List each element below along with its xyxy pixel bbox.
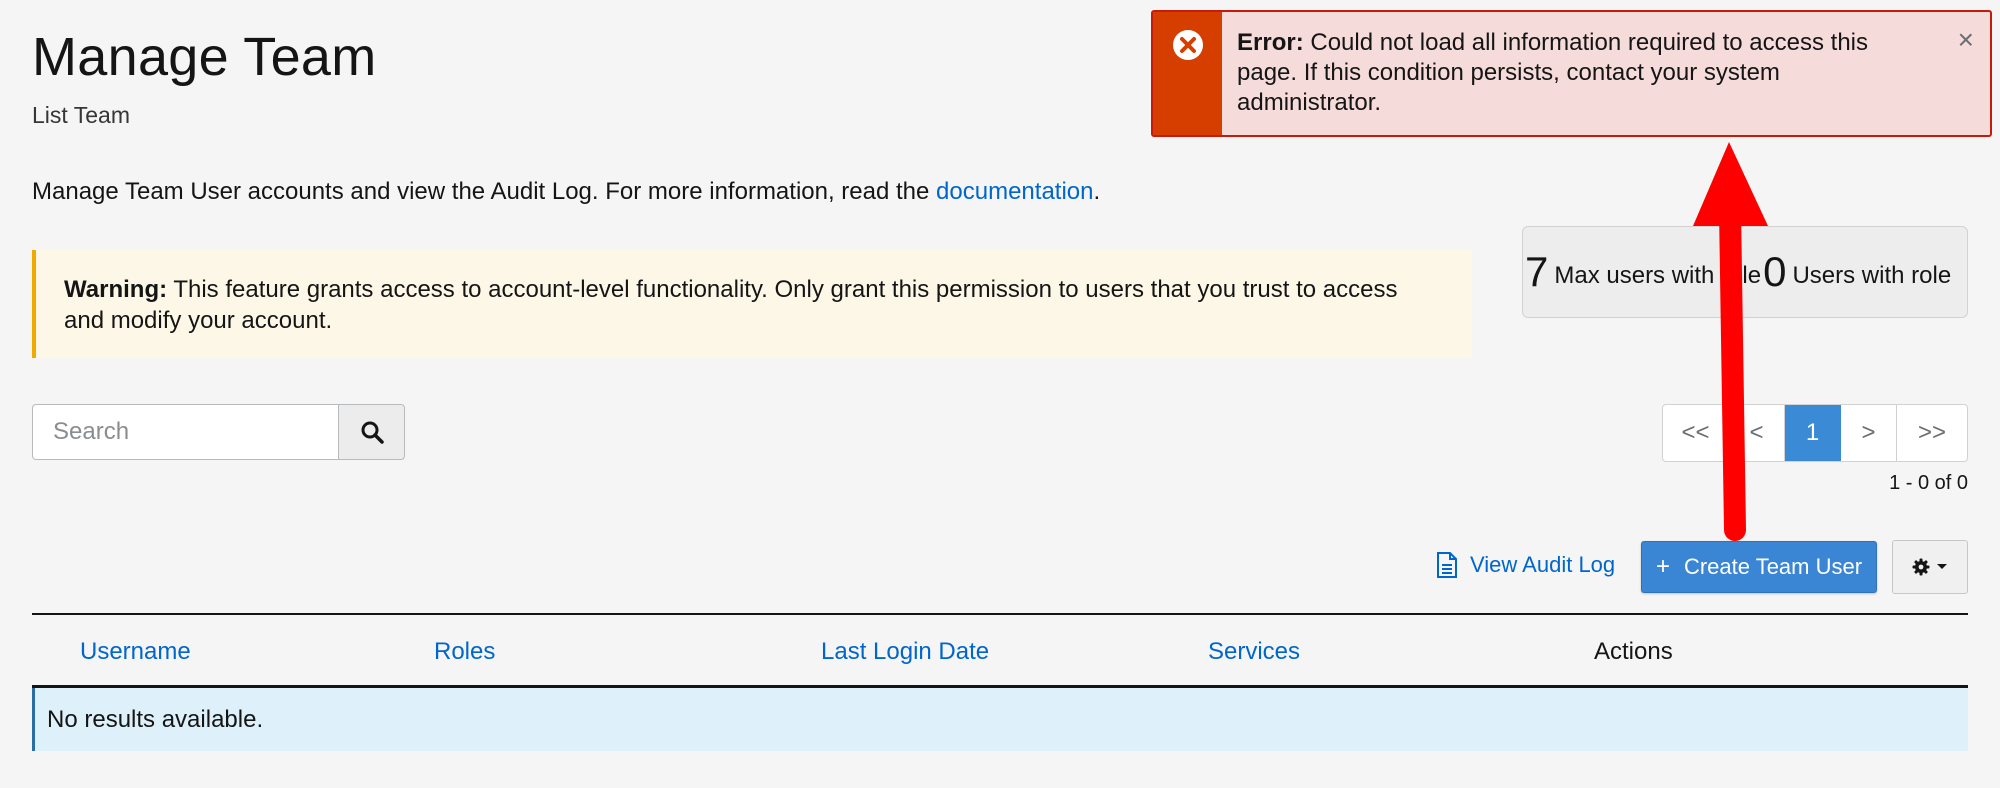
first-page-button[interactable]: << bbox=[1663, 405, 1729, 461]
create-team-user-label: Create Team User bbox=[1683, 554, 1863, 579]
column-header-username[interactable]: Username bbox=[80, 638, 191, 666]
pagination-range: 1 - 0 of 0 bbox=[1889, 472, 1968, 494]
error-alert-title: Error: bbox=[1237, 29, 1304, 56]
warning-alert: Warning: This feature grants access to a… bbox=[32, 250, 1472, 358]
column-header-actions: Actions bbox=[1594, 638, 1673, 665]
previous-page-button[interactable]: < bbox=[1729, 405, 1785, 461]
warning-label: Warning: bbox=[64, 276, 168, 303]
table-top-border bbox=[32, 613, 1968, 615]
create-team-user-button[interactable]: + Create Team User bbox=[1641, 541, 1877, 593]
column-header-roles[interactable]: Roles bbox=[434, 638, 495, 666]
error-alert-text: Error: Could not load all information re… bbox=[1237, 28, 1917, 118]
error-alert-sidebar bbox=[1153, 12, 1222, 135]
caret-down-icon bbox=[1937, 564, 1947, 569]
role-stats-card: 7 Max users with role 0 Users with role bbox=[1522, 226, 1968, 318]
pagination: << < 1 > >> bbox=[1662, 404, 1968, 462]
search-field[interactable] bbox=[32, 404, 338, 460]
error-alert-message: Could not load all information required … bbox=[1237, 29, 1868, 116]
document-icon bbox=[1437, 552, 1457, 578]
search-icon bbox=[361, 421, 384, 444]
close-icon[interactable]: × bbox=[1958, 26, 1974, 54]
current-page-button[interactable]: 1 bbox=[1785, 405, 1841, 461]
error-alert: Error: Could not load all information re… bbox=[1151, 10, 1992, 137]
search-button[interactable] bbox=[338, 404, 405, 460]
description-suffix: . bbox=[1093, 178, 1101, 205]
last-page-button[interactable]: >> bbox=[1897, 405, 1967, 461]
max-users-value: 7 bbox=[1525, 248, 1549, 295]
settings-dropdown-button[interactable] bbox=[1892, 540, 1968, 594]
warning-text: This feature grants access to account-le… bbox=[64, 276, 1398, 334]
column-header-services[interactable]: Services bbox=[1208, 638, 1300, 666]
view-audit-log-label: View Audit Log bbox=[1470, 552, 1616, 577]
page-title: Manage Team bbox=[32, 27, 377, 87]
empty-results-message: No results available. bbox=[47, 705, 264, 733]
page-description: Manage Team User accounts and view the A… bbox=[32, 178, 1100, 206]
max-users-label: Max users with role bbox=[1554, 262, 1762, 289]
page-subtitle: List Team bbox=[32, 102, 131, 128]
view-audit-log-link[interactable]: View Audit Log bbox=[1436, 552, 1615, 578]
next-page-button[interactable]: > bbox=[1841, 405, 1897, 461]
empty-results-row: No results available. bbox=[32, 688, 1968, 751]
plus-icon: + bbox=[1655, 553, 1670, 580]
search-input[interactable] bbox=[33, 405, 338, 459]
error-circle-icon bbox=[1172, 30, 1203, 60]
documentation-link[interactable]: documentation bbox=[936, 178, 1093, 205]
gear-icon bbox=[1912, 558, 1930, 576]
column-header-last-login-date[interactable]: Last Login Date bbox=[821, 638, 989, 666]
description-text: Manage Team User accounts and view the A… bbox=[32, 178, 937, 205]
users-with-role-label: Users with role bbox=[1792, 262, 1952, 289]
users-with-role-value: 0 bbox=[1763, 248, 1787, 295]
